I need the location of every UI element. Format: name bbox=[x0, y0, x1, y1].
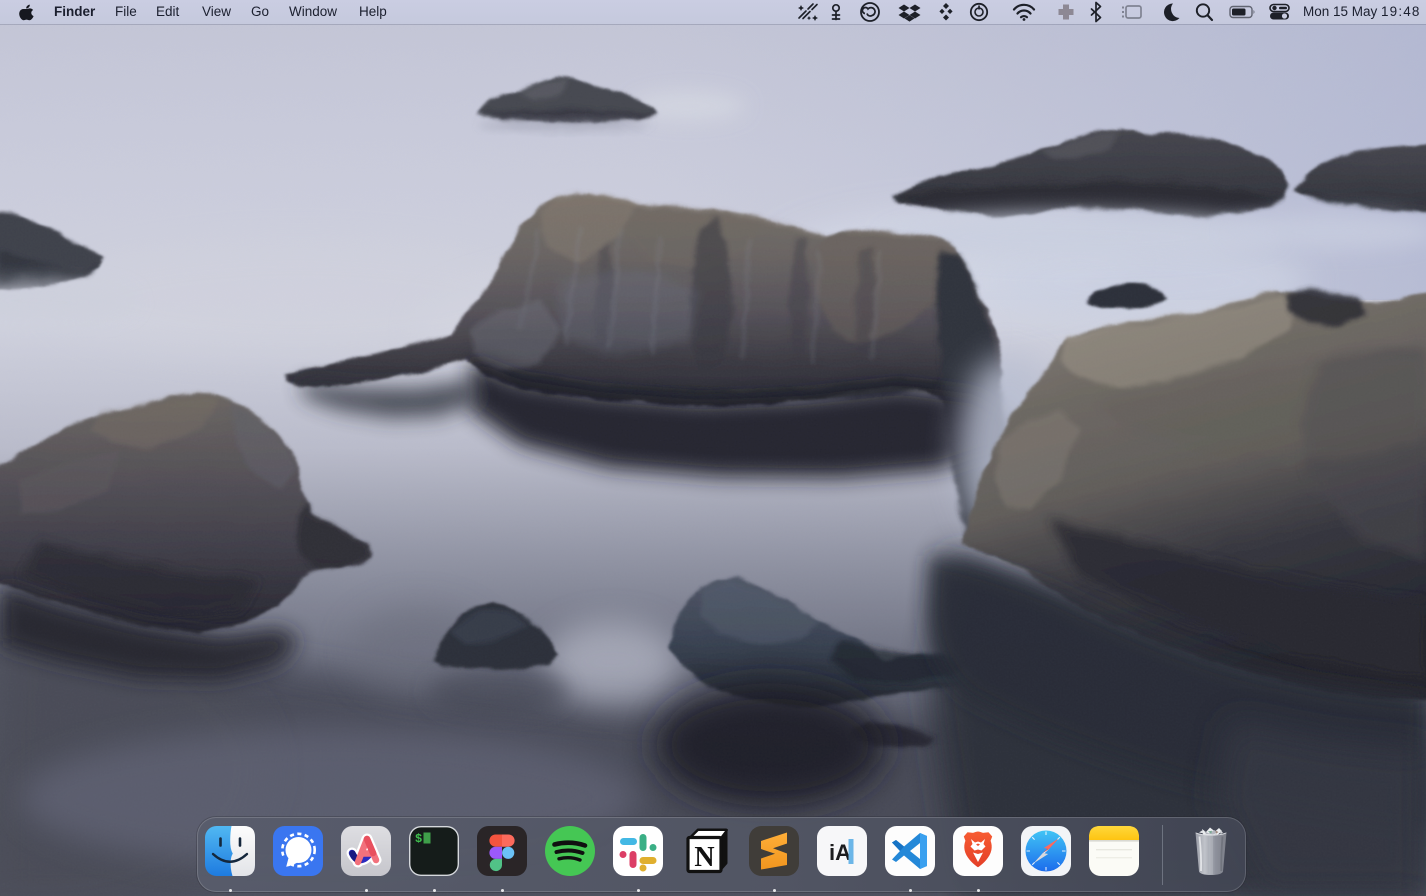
svg-text:$: $ bbox=[415, 832, 422, 846]
svg-text:N: N bbox=[694, 842, 714, 873]
svg-text:iA: iA bbox=[829, 840, 851, 865]
